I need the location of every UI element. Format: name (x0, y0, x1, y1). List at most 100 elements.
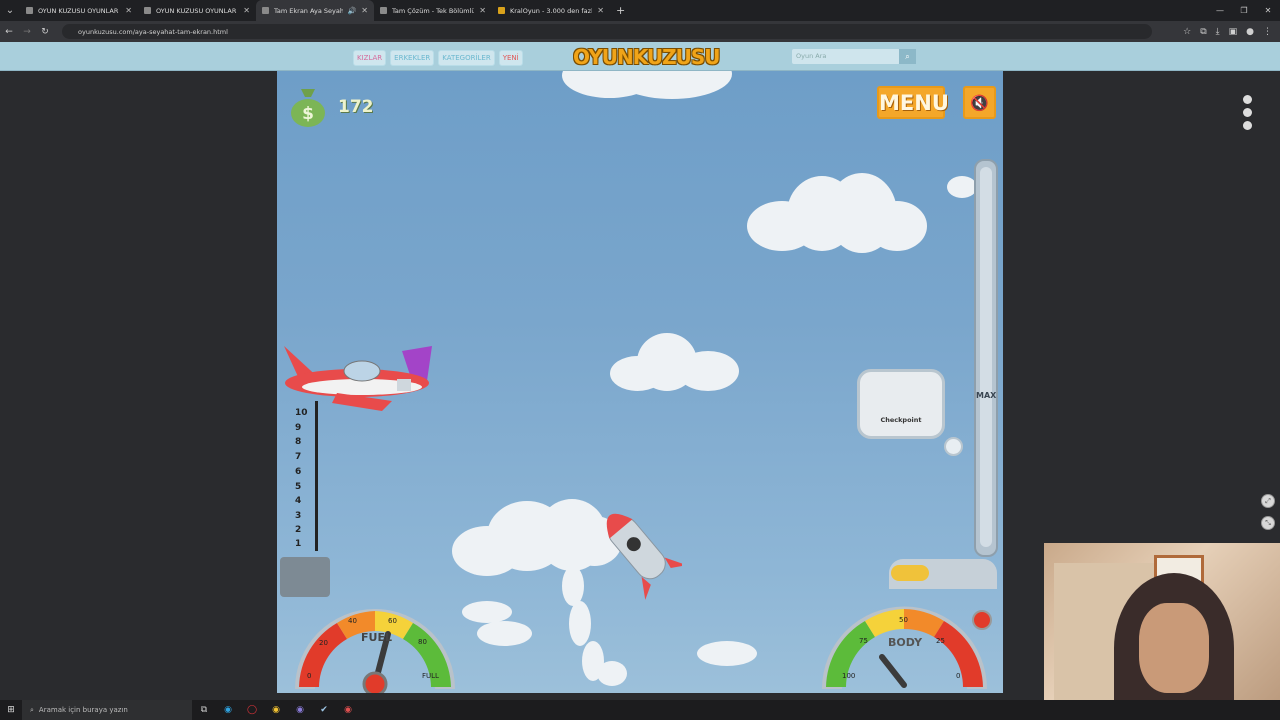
ruler-number: 9 (295, 423, 302, 433)
task-view-icon[interactable]: ⧉ (192, 700, 216, 720)
fuel-tick: 80 (418, 638, 427, 646)
edge-icon[interactable]: ◉ (216, 700, 240, 720)
close-tab-icon[interactable]: ✕ (597, 6, 604, 15)
browser-tab[interactable]: KralOyun - 3.000 den fazla onl ✕ (492, 0, 610, 21)
favicon-icon (144, 7, 151, 14)
address-bar: ← → ↻ oyunkuzusu.com/aya-seyahat-tam-ekr… (0, 21, 1280, 42)
altitude-marker (944, 437, 963, 456)
body-label: BODY (888, 636, 923, 649)
speaker-icon[interactable]: 🔊 (348, 7, 357, 15)
fuel-tick: 40 (348, 617, 357, 625)
restore-icon[interactable]: ❐ (1232, 0, 1256, 21)
money-count: 172 (338, 97, 374, 117)
menu-button[interactable]: MENU (877, 86, 949, 119)
close-window-icon[interactable]: ✕ (1256, 0, 1280, 21)
app-red-icon[interactable]: ◉ (336, 700, 360, 720)
tab-title: Tam Çözüm - Tek Bölümlük Oy (392, 6, 475, 15)
nav-girls[interactable]: KIZLAR (353, 50, 387, 66)
windows-start-icon[interactable]: ⊞ (0, 705, 22, 715)
altitude-max-label: MAX (976, 391, 997, 400)
ruler-number: 1 (295, 539, 302, 549)
close-tab-icon[interactable]: ✕ (125, 6, 132, 15)
altitude-bar (974, 159, 998, 557)
chrome-icon[interactable]: ◉ (264, 700, 288, 720)
body-tick: 100 (842, 672, 856, 680)
close-tab-icon[interactable]: ✕ (479, 6, 486, 15)
nav-categories[interactable]: KATEGORİLER (438, 50, 495, 66)
download-icon[interactable]: ⤓ (1216, 27, 1220, 37)
search-icon: ⌕ (30, 705, 34, 714)
steam-icon[interactable]: ✔ (312, 700, 336, 720)
checkpoint-bubble: Checkpoint (857, 369, 945, 439)
site-search-input[interactable]: Oyun Ara (792, 49, 900, 64)
taskbar-search[interactable]: ⌕ Aramak için buraya yazın (22, 700, 192, 720)
site-nav: KIZLAR ERKEKLER KATEGORİLER YENİ (353, 50, 523, 66)
body-tick: 25 (936, 637, 945, 645)
fuel-label: FUEL (361, 631, 392, 644)
site-header: KIZLAR ERKEKLER KATEGORİLER YENİ OYUNKUZ… (0, 42, 1280, 71)
fuel-tick: FULL (422, 672, 439, 680)
forward-icon[interactable]: → (18, 27, 36, 37)
profile-icon[interactable]: ● (1246, 27, 1254, 37)
nav-new[interactable]: YENİ (498, 50, 523, 66)
svg-text:$: $ (302, 104, 314, 124)
tab-title: Tam Ekran Aya Seyahat Oy (274, 6, 343, 15)
reload-icon[interactable]: ↻ (36, 27, 54, 37)
ruler-number: 6 (295, 467, 302, 477)
browser-tab[interactable]: OYUN KUZUSU OYUNLAR ++ ✕ (138, 0, 256, 21)
tab-search-icon[interactable]: ⌄ (0, 0, 20, 21)
game-canvas[interactable]: $ 172 MENU 🔇 MAX Checkpoint 10 9 8 7 6 5… (277, 71, 1003, 693)
close-tab-icon[interactable]: ✕ (243, 6, 250, 15)
body-tick: 0 (956, 672, 961, 680)
ruler-number: 10 (295, 408, 308, 418)
more-menu-icon[interactable]: ⋮ (1263, 27, 1272, 37)
taskbar-search-placeholder: Aramak için buraya yazın (38, 706, 128, 714)
favicon-icon (262, 7, 269, 14)
site-logo[interactable]: OYUNKUZUSU (573, 45, 721, 69)
nav-boys[interactable]: ERKEKLER (390, 50, 435, 66)
ruler-number: 4 (295, 496, 302, 506)
extensions-icon[interactable]: ⧉ (1200, 27, 1206, 37)
ruler-number: 5 (295, 482, 302, 492)
url-text: oyunkuzusu.com/aya-seyahat-tam-ekran.htm… (78, 27, 228, 36)
rocket-sprite (606, 513, 682, 600)
money-bag-icon: $ (291, 89, 325, 127)
ruler-number: 3 (295, 511, 302, 521)
close-tab-icon[interactable]: ✕ (361, 6, 368, 15)
sidebar-icon[interactable]: ▣ (1229, 27, 1238, 37)
ruler-number: 7 (295, 452, 302, 462)
os-taskbar: ⊞ ⌕ Aramak için buraya yazın ⧉ ◉ ◯ ◉ ◉ ✔… (0, 700, 1280, 720)
browser-tab[interactable]: OYUN KUZUSU OYUNLAR ++ ✕ (20, 0, 138, 21)
browser-tab-active[interactable]: Tam Ekran Aya Seyahat Oy 🔊 ✕ (256, 0, 374, 21)
back-icon[interactable]: ← (0, 27, 18, 37)
favicon-icon (26, 7, 33, 14)
shrink-icon[interactable]: ⤡ (1261, 516, 1275, 530)
tab-title: KralOyun - 3.000 den fazla onl (510, 6, 592, 15)
fuel-tick: 60 (388, 617, 397, 625)
webcam-overlay (1044, 543, 1280, 720)
fuel-tick: 20 (319, 639, 328, 647)
opera-icon[interactable]: ◯ (240, 700, 264, 720)
ruler-number: 2 (295, 525, 302, 535)
browser-tab[interactable]: Tam Çözüm - Tek Bölümlük Oy ✕ (374, 0, 492, 21)
expand-icon[interactable]: ⤢ (1261, 494, 1275, 508)
car-icon (891, 565, 929, 581)
url-field[interactable]: oyunkuzusu.com/aya-seyahat-tam-ekran.htm… (62, 24, 1152, 39)
window-controls: — ❐ ✕ (1208, 0, 1280, 21)
fuel-tick: 0 (307, 672, 312, 680)
favicon-icon (380, 7, 387, 14)
mute-icon[interactable]: 🔇 (963, 86, 996, 119)
launch-ruler: 10 9 8 7 6 5 4 3 2 1 (289, 401, 323, 561)
bookmark-star-icon[interactable]: ☆ (1183, 27, 1191, 37)
tab-title: OYUN KUZUSU OYUNLAR ++ (156, 6, 238, 15)
body-tick: 75 (859, 637, 868, 645)
body-tick: 50 (899, 616, 908, 624)
app-icon[interactable]: ◉ (288, 700, 312, 720)
more-options-icon[interactable] (1243, 95, 1252, 134)
tab-title: OYUN KUZUSU OYUNLAR ++ (38, 6, 120, 15)
tab-bar: ⌄ OYUN KUZUSU OYUNLAR ++ ✕ OYUN KUZUSU O… (0, 0, 1280, 21)
new-tab-icon[interactable]: + (616, 4, 625, 17)
favicon-icon (498, 7, 505, 14)
minimize-icon[interactable]: — (1208, 0, 1232, 21)
search-icon[interactable]: ⌕ (899, 49, 916, 64)
